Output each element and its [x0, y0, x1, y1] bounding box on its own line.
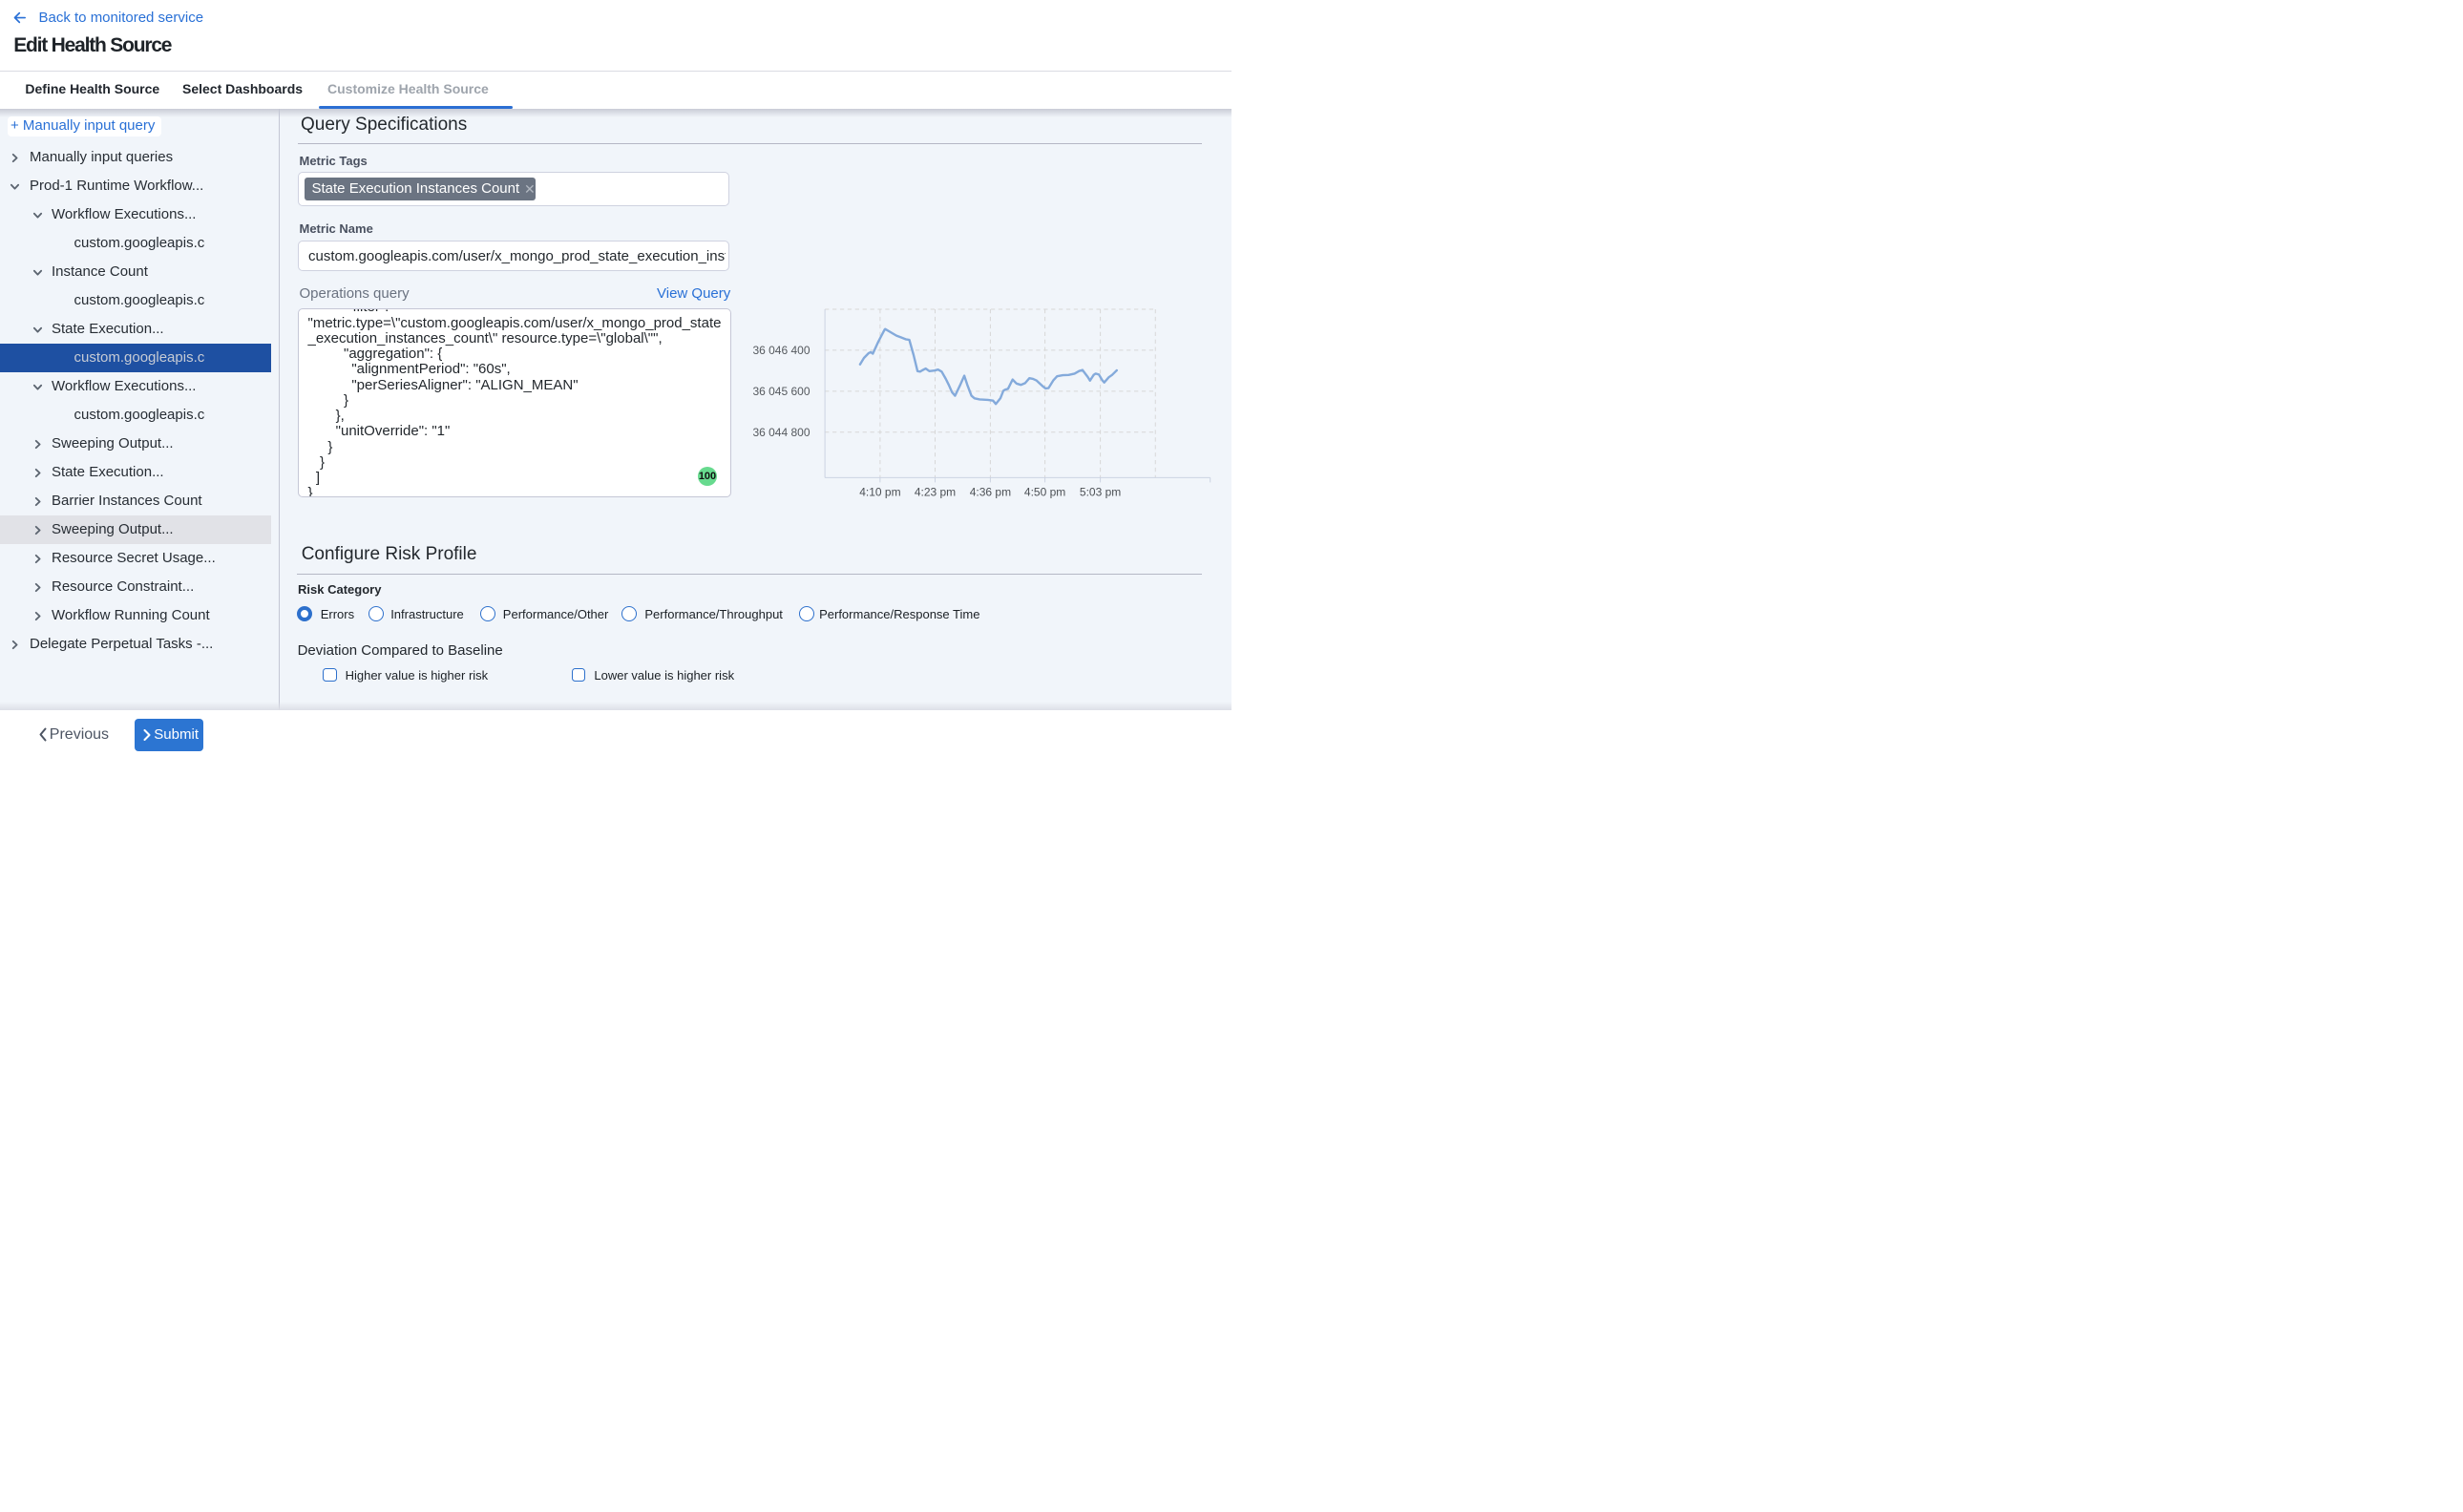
svg-text:5:03 pm: 5:03 pm	[1080, 486, 1121, 499]
svg-text:36 045 600: 36 045 600	[752, 385, 810, 398]
svg-text:36 046 400: 36 046 400	[752, 344, 810, 357]
svg-text:4:23 pm: 4:23 pm	[915, 486, 956, 499]
svg-text:4:50 pm: 4:50 pm	[1024, 486, 1065, 499]
svg-text:36 044 800: 36 044 800	[752, 426, 810, 439]
svg-text:4:10 pm: 4:10 pm	[859, 486, 900, 499]
svg-text:4:36 pm: 4:36 pm	[970, 486, 1011, 499]
